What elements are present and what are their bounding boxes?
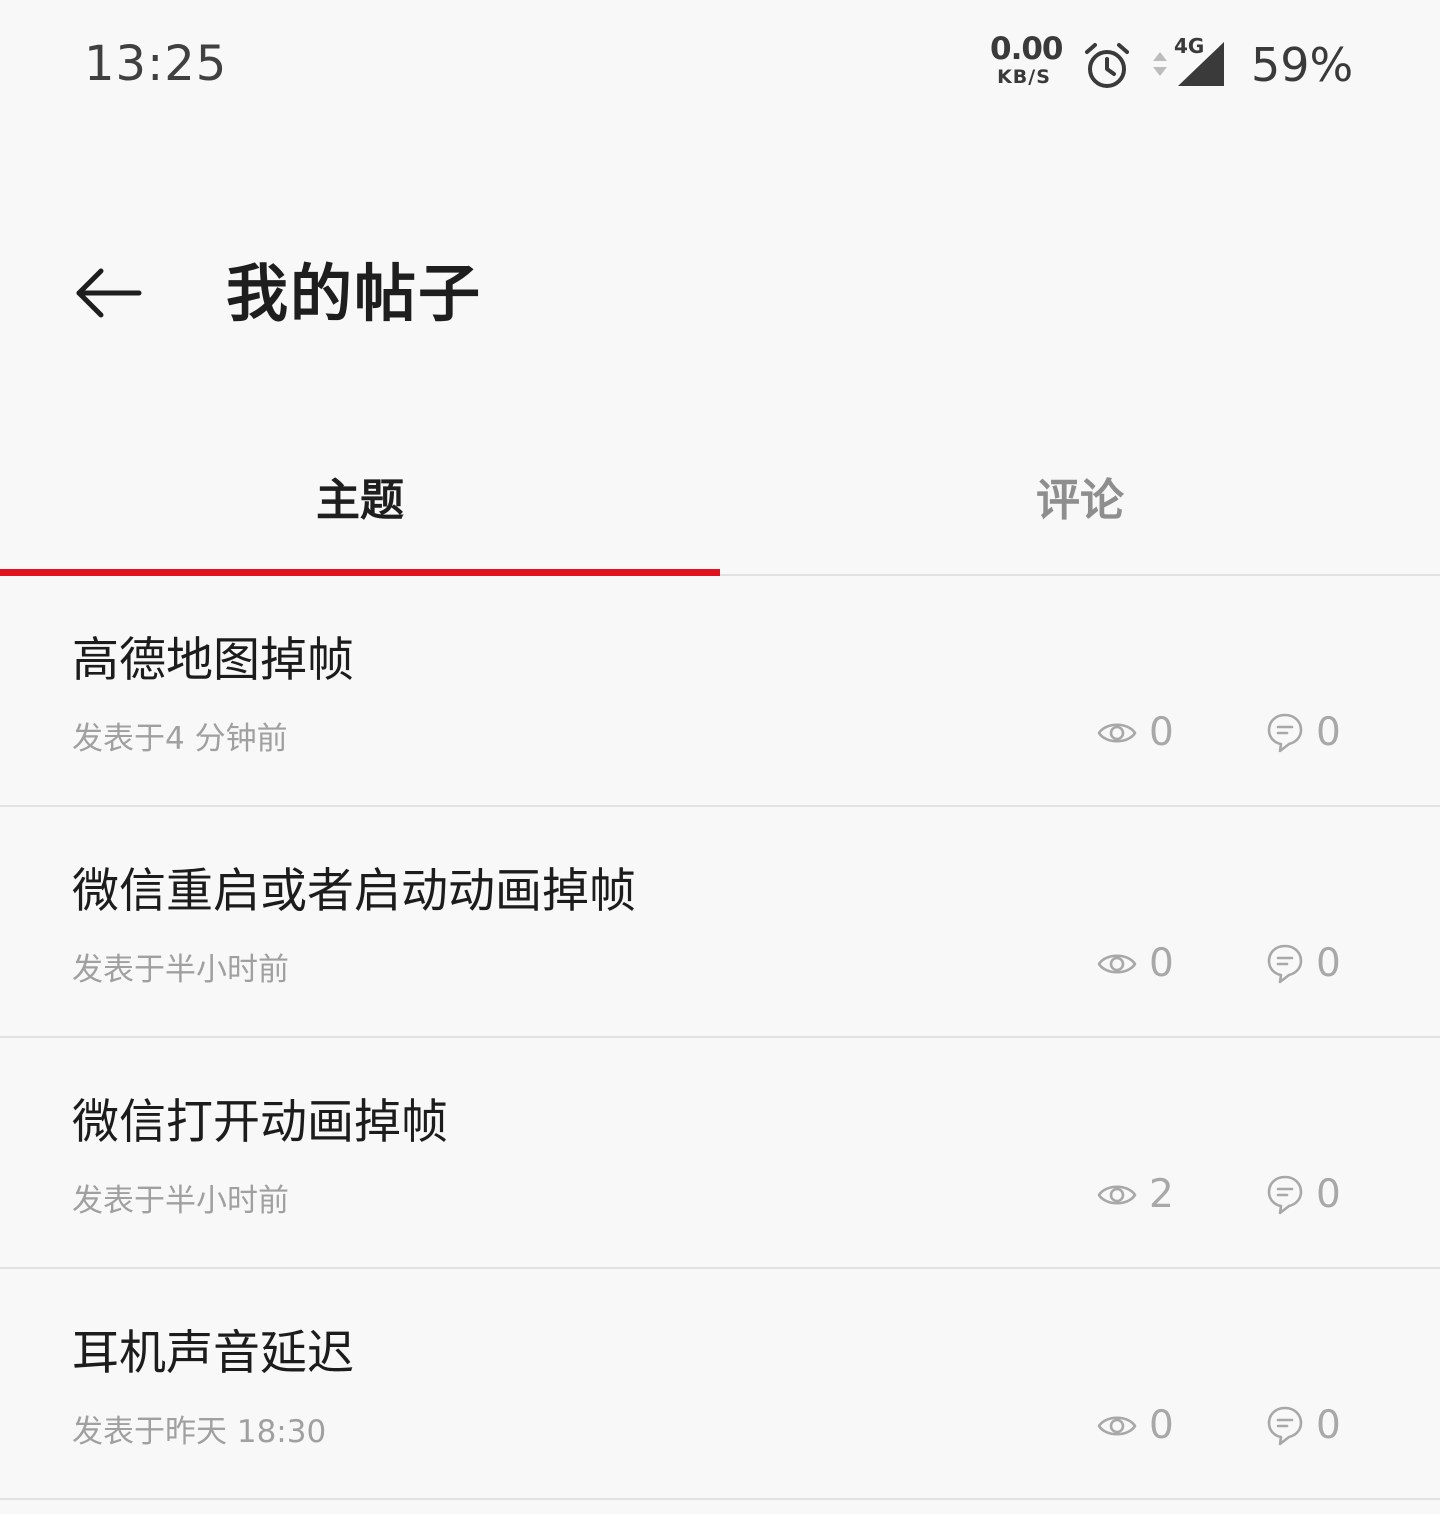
network-speed-value: 0.00 [990,31,1064,67]
tab-comments-label: 评论 [1036,475,1124,526]
post-time: 发表于4 分钟前 [72,721,288,757]
back-arrow-icon [76,268,142,318]
status-bar: 13:25 0.00 KB/S 4G 59% [0,0,1440,130]
comment-bubble-icon [1267,1406,1303,1446]
tab-bar: 主题 评论 [0,430,1440,576]
post-time: 发表于昨天 18:30 [72,1414,327,1450]
comment-count: 0 [1266,940,1341,988]
post-time: 发表于半小时前 [72,952,289,988]
eye-icon [1097,1185,1137,1205]
view-count: 0 [1097,940,1174,988]
post-title: 高德地图掉帧 [72,633,354,688]
view-count-value: 0 [1149,710,1174,755]
tab-topics-label: 主题 [316,475,404,526]
post-title: 微信打开动画掉帧 [72,1095,448,1150]
view-count-value: 0 [1149,1403,1174,1448]
post-time: 发表于半小时前 [72,1183,289,1219]
view-count: 2 [1097,1171,1174,1219]
post-title: 微信重启或者启动动画掉帧 [72,864,636,919]
network-type: 4G [1174,34,1205,58]
comment-count-value: 0 [1316,941,1341,986]
post-item[interactable]: 微信重启或者启动动画掉帧 发表于半小时前 0 0 [0,807,1440,1038]
data-arrows-icon [1153,52,1167,76]
back-button[interactable] [62,256,152,330]
comment-count: 0 [1266,1402,1341,1450]
eye-icon [1097,1416,1137,1436]
post-item[interactable]: 耳机声音延迟 发表于昨天 18:30 0 0 [0,1269,1440,1500]
view-count-value: 2 [1149,1172,1174,1217]
view-count-value: 0 [1149,941,1174,986]
comment-count: 0 [1266,1171,1341,1219]
comment-bubble-icon [1267,713,1303,753]
alarm-icon [1085,43,1129,88]
battery-percentage: 59% [1251,38,1354,92]
post-item[interactable]: 高德地图掉帧 发表于4 分钟前 0 0 [0,576,1440,807]
comment-count-value: 0 [1316,710,1341,755]
eye-icon [1097,723,1137,743]
tab-indicator [0,569,720,576]
comment-bubble-icon [1267,944,1303,984]
eye-icon [1097,954,1137,974]
status-time: 13:25 [84,36,228,92]
tab-comments[interactable]: 评论 [720,430,1440,574]
comment-count: 0 [1266,709,1341,757]
post-list: 高德地图掉帧 发表于4 分钟前 0 0 微信重启或者启动动画掉帧 发表于半小时前 [0,576,1440,1500]
tab-topics[interactable]: 主题 [0,430,720,574]
post-item[interactable]: 微信打开动画掉帧 发表于半小时前 2 0 [0,1038,1440,1269]
comment-count-value: 0 [1316,1403,1341,1448]
view-count: 0 [1097,1402,1174,1450]
view-count: 0 [1097,709,1174,757]
post-title: 耳机声音延迟 [72,1326,354,1381]
network-speed-unit: KB/S [997,66,1051,88]
page-title: 我的帖子 [226,257,483,330]
comment-count-value: 0 [1316,1172,1341,1217]
network-speed: 0.00 KB/S [990,31,1064,88]
comment-bubble-icon [1267,1175,1303,1215]
